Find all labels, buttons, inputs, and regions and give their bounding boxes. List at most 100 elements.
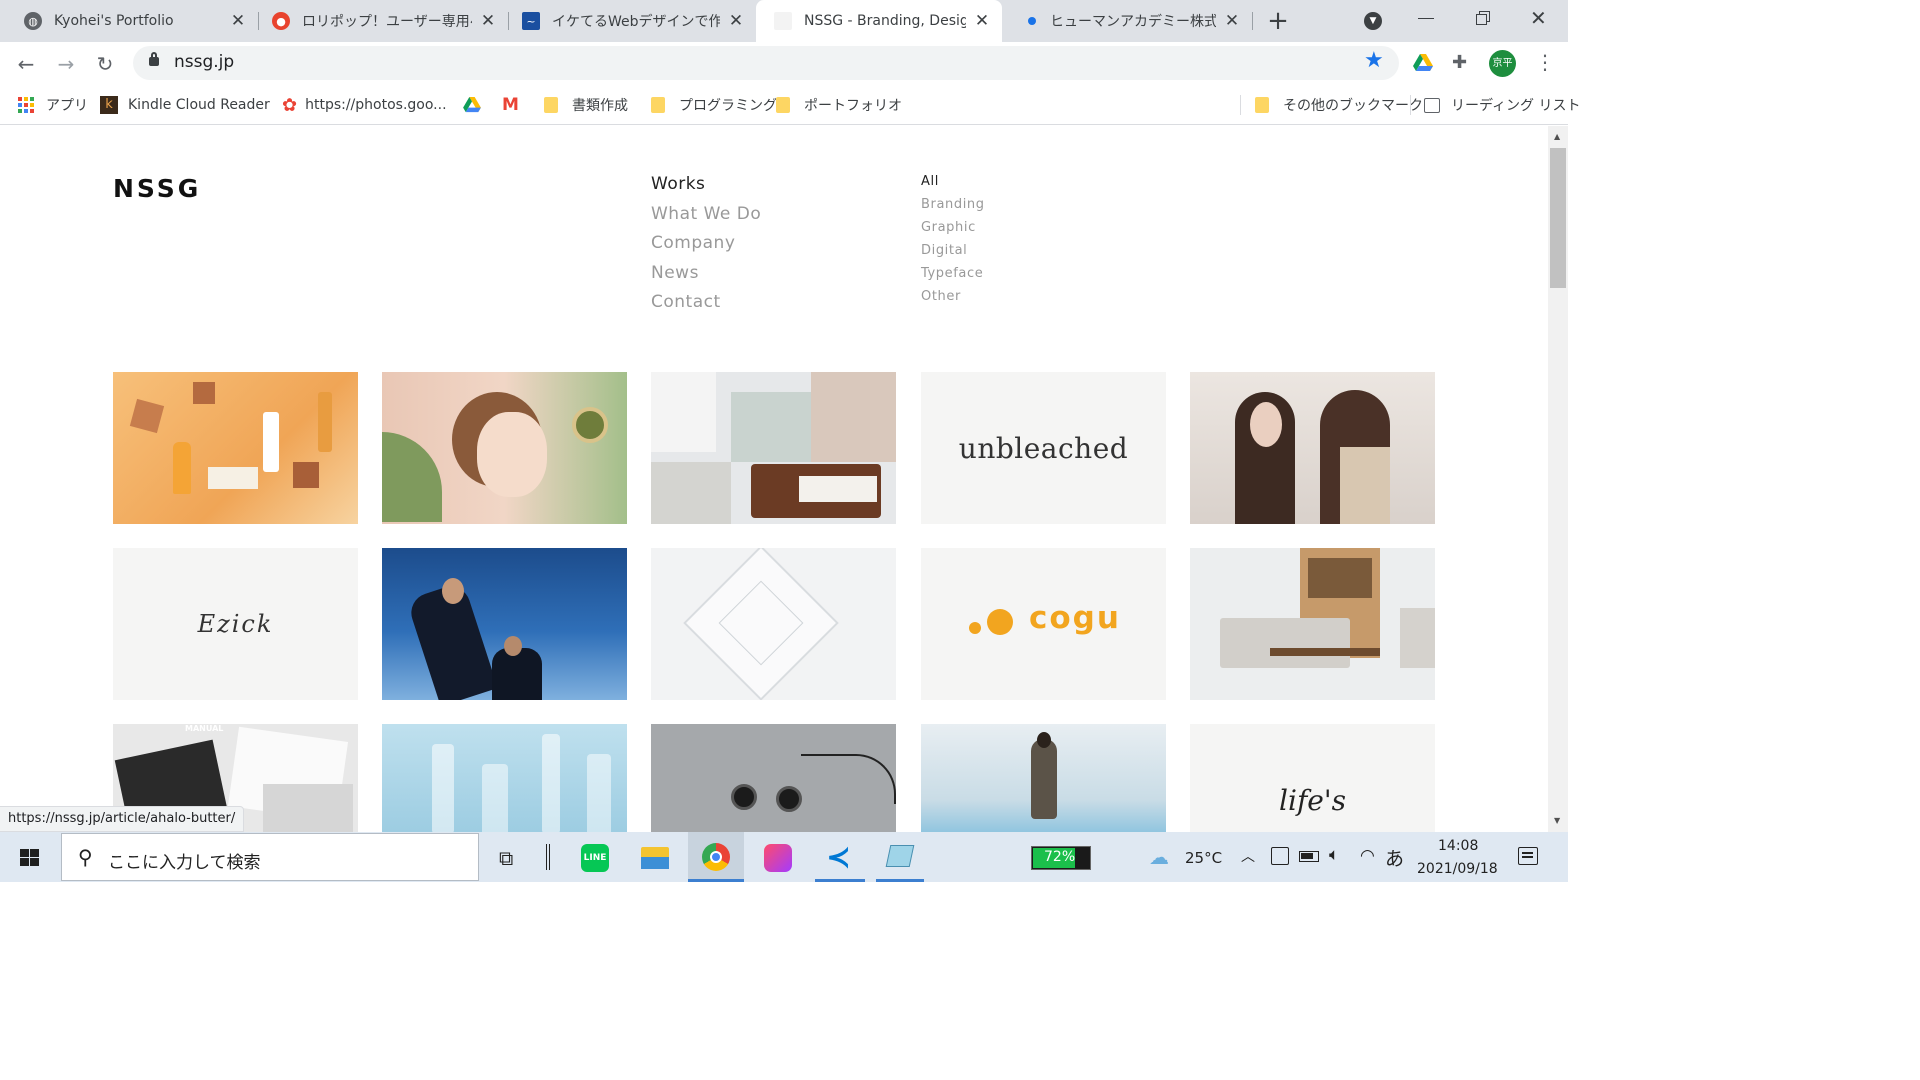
bookmark-apps[interactable]: アプリ [18, 94, 88, 116]
extensions-puzzle-icon[interactable]: ✚ [1452, 52, 1467, 73]
close-tab-icon[interactable]: ✕ [726, 11, 746, 31]
lock-icon[interactable] [149, 52, 159, 66]
url-text[interactable]: nssg.jp [174, 52, 234, 72]
tab-search-chevron-icon[interactable]: ▼ [1364, 12, 1382, 30]
nav-company[interactable]: Company [651, 233, 735, 253]
forward-arrow-icon[interactable]: → [52, 50, 80, 78]
work-tile-cosmetics-bottles[interactable] [382, 724, 627, 832]
weather-temperature[interactable]: 25°C [1185, 849, 1222, 867]
bookmark-drive[interactable] [463, 94, 481, 116]
bookmark-label: プログラミング [679, 98, 777, 114]
nav-news[interactable]: News [651, 263, 699, 283]
tab-lolipop[interactable]: ● ロリポップ！ユーザー専用ページ ✕ [258, 0, 508, 42]
site-logo[interactable]: NSSG [113, 174, 201, 203]
creative-cloud-icon[interactable] [764, 844, 792, 872]
close-tab-icon[interactable]: ✕ [228, 11, 248, 31]
minimize-window-icon[interactable] [1418, 18, 1434, 19]
restore-window-icon[interactable] [1476, 11, 1490, 25]
work-tile-illustration[interactable] [382, 372, 627, 524]
windows-start-icon[interactable] [20, 849, 40, 867]
file-explorer-icon[interactable] [641, 847, 669, 869]
clock-date[interactable]: 2021/09/18 [1417, 861, 1498, 877]
category-all[interactable]: All [921, 174, 939, 189]
weather-rain-icon[interactable]: ☁ [1149, 845, 1169, 869]
profile-avatar[interactable]: 京平 [1489, 50, 1516, 77]
category-branding[interactable]: Branding [921, 197, 985, 212]
work-tile-furniture[interactable] [1190, 548, 1435, 700]
bookmark-other[interactable]: その他のブックマーク [1255, 94, 1423, 116]
work-tile-landscape[interactable] [921, 724, 1166, 832]
tab-human-academy[interactable]: ヒューマンアカデミー株式会社 ✕ [1002, 0, 1252, 42]
status-bar-url: https://nssg.jp/article/ahalo-butter/ [0, 806, 245, 832]
nav-what-we-do[interactable]: What We Do [651, 204, 761, 224]
battery-widget[interactable]: 72% [1031, 846, 1091, 870]
close-tab-icon[interactable]: ✕ [1222, 11, 1242, 31]
ime-indicator[interactable]: あ [1385, 844, 1404, 871]
work-tile-earphones[interactable] [651, 724, 896, 832]
new-tab-button[interactable]: + [1265, 6, 1291, 36]
show-hidden-icons-chevron-icon[interactable]: ︿ [1241, 846, 1255, 866]
back-arrow-icon[interactable]: ← [12, 50, 40, 78]
category-typeface[interactable]: Typeface [921, 266, 983, 281]
bookmark-folder-portfolio[interactable]: ポートフォリオ [776, 94, 902, 116]
page-scrollbar[interactable]: ▲ ▼ [1548, 126, 1568, 832]
vscode-icon: ≺ [826, 840, 852, 875]
reload-icon[interactable]: ↻ [91, 50, 119, 78]
bookmark-star-icon[interactable]: ★ [1364, 48, 1384, 73]
work-tile-ahalo-products[interactable] [113, 372, 358, 524]
gmail-icon[interactable]: M [502, 94, 519, 116]
nav-works[interactable]: Works [651, 174, 705, 194]
category-graphic[interactable]: Graphic [921, 220, 976, 235]
google-drive-icon [463, 97, 481, 113]
tab-kyohei-portfolio[interactable]: ◍ Kyohei's Portfolio ✕ [0, 0, 258, 42]
google-drive-icon[interactable] [1413, 54, 1433, 72]
browser-toolbar: ← → ↻ nssg.jp ★ ✚ 京平 ⋮ [0, 42, 1568, 85]
task-view-icon[interactable]: ⧉ [499, 846, 513, 870]
apps-grid-icon [18, 97, 34, 113]
close-window-icon[interactable]: ✕ [1530, 6, 1547, 30]
wifi-icon[interactable]: ◠ [1360, 846, 1375, 866]
work-tile-portrait[interactable] [1190, 372, 1435, 524]
notification-center-icon[interactable] [1518, 847, 1538, 865]
work-tile-ahalo-butter[interactable] [651, 372, 896, 524]
close-tab-icon[interactable]: ✕ [972, 11, 992, 31]
ikesai-icon: ~ [522, 12, 540, 30]
bookmark-kindle[interactable]: k Kindle Cloud Reader [100, 94, 270, 116]
address-bar[interactable]: nssg.jp ★ [133, 46, 1399, 80]
notepad-taskbar-button[interactable] [876, 832, 924, 882]
category-other[interactable]: Other [921, 289, 961, 304]
bookmark-label: その他のブックマーク [1283, 98, 1423, 114]
tab-nssg[interactable]: NSSG - Branding, Design ✕ [756, 0, 1002, 42]
reading-list[interactable]: リーディング リスト [1424, 94, 1580, 116]
bookmark-folder-documents[interactable]: 書類作成 [544, 94, 628, 116]
tab-title: ロリポップ！ユーザー専用ページ [302, 14, 472, 30]
google-photos-icon: ✿ [282, 94, 298, 116]
work-tile-lifes[interactable]: life's [1190, 724, 1435, 832]
menu-kebab-icon[interactable]: ⋮ [1535, 50, 1555, 74]
sync-icon[interactable] [1271, 847, 1289, 865]
browser-tab-bar: ◍ Kyohei's Portfolio ✕ ● ロリポップ！ユーザー専用ページ… [0, 0, 1568, 42]
work-tile-cogu[interactable]: cogu [921, 548, 1166, 700]
taskbar-search-box[interactable]: ⚲ ここに入力して検索 [61, 833, 479, 881]
scroll-up-icon[interactable]: ▲ [1554, 132, 1560, 141]
widgets-divider-icon[interactable] [546, 844, 550, 870]
work-tile-acrylic[interactable] [651, 548, 896, 700]
work-tile-unbleached[interactable]: unbleached [921, 372, 1166, 524]
bookmark-folder-programming[interactable]: プログラミング [651, 94, 777, 116]
scrollbar-thumb[interactable] [1550, 148, 1566, 288]
vscode-taskbar-button[interactable]: ≺ [815, 832, 865, 882]
bookmark-photos[interactable]: ✿ https://photos.goo... [282, 94, 447, 116]
tab-ikesai[interactable]: ~ イケてるWebデザインで作られ ✕ [508, 0, 756, 42]
clock-time[interactable]: 14:08 [1438, 838, 1478, 854]
nav-contact[interactable]: Contact [651, 292, 721, 312]
speaker-volume-icon[interactable]: 🔈︎ [1329, 845, 1339, 865]
work-tile-ezick[interactable]: Ezick [113, 548, 358, 700]
bookmark-label: 書類作成 [572, 98, 628, 114]
line-app-icon[interactable]: LINE [581, 844, 609, 872]
scroll-down-icon[interactable]: ▼ [1554, 816, 1560, 825]
close-tab-icon[interactable]: ✕ [478, 11, 498, 31]
chrome-taskbar-button[interactable] [688, 832, 744, 882]
category-digital[interactable]: Digital [921, 243, 967, 258]
work-tile-suits[interactable] [382, 548, 627, 700]
battery-tray-icon[interactable] [1299, 851, 1319, 862]
